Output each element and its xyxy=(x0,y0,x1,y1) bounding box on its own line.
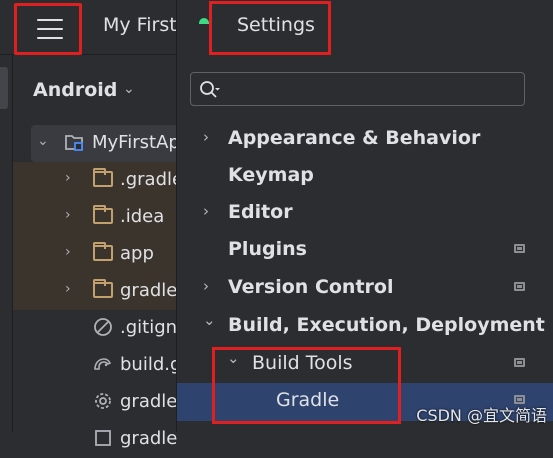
project-level-icon xyxy=(514,358,525,367)
chevron-right-icon[interactable]: › xyxy=(203,128,209,146)
settings-item-label: Keymap xyxy=(228,164,314,186)
tree-item-label: .gradle xyxy=(120,169,184,190)
chevron-right-icon[interactable]: › xyxy=(203,277,209,295)
settings-item-label: Plugins xyxy=(228,238,307,260)
tree-item-label: gradle xyxy=(120,428,178,449)
project-level-icon xyxy=(514,282,525,291)
project-tool-button[interactable] xyxy=(0,67,8,109)
settings-item-plugins[interactable]: Plugins xyxy=(177,232,553,269)
settings-title: Settings xyxy=(237,14,315,36)
tree-item-label: .idea xyxy=(120,206,165,227)
settings-item-label: Build, Execution, Deployment xyxy=(228,314,545,336)
settings-item-version-control[interactable]: › Version Control xyxy=(177,270,553,307)
project-title[interactable]: My First xyxy=(103,14,177,36)
file-icon xyxy=(95,430,111,446)
search-icon xyxy=(200,81,220,98)
android-icon xyxy=(199,18,209,24)
chevron-down-icon[interactable]: ⌄ xyxy=(37,133,49,149)
folder-icon xyxy=(93,242,113,263)
chevron-right-icon[interactable]: › xyxy=(65,170,71,186)
settings-search-input[interactable] xyxy=(190,72,525,106)
module-icon xyxy=(65,135,83,151)
project-view-selector[interactable]: Android xyxy=(33,79,117,101)
chevron-right-icon[interactable]: › xyxy=(203,202,209,220)
settings-item-build-execution-deployment[interactable]: ⌄ Build, Execution, Deployment xyxy=(177,308,553,345)
chevron-down-icon[interactable]: ⌄ xyxy=(123,81,135,97)
tool-window-strip xyxy=(0,55,13,432)
chevron-right-icon[interactable]: › xyxy=(65,244,71,260)
hamburger-icon xyxy=(37,19,63,46)
tree-item-label: MyFirstAp xyxy=(92,132,180,153)
folder-icon xyxy=(93,279,113,300)
tree-item-label: build.g xyxy=(120,354,182,375)
chevron-right-icon[interactable]: › xyxy=(65,207,71,223)
gear-icon xyxy=(95,393,111,409)
settings-item-appearance[interactable]: › Appearance & Behavior xyxy=(177,121,553,158)
folder-icon xyxy=(93,168,113,189)
gradle-icon xyxy=(94,358,112,370)
watermark: CSDN @宜文简语 xyxy=(416,406,547,425)
settings-item-editor[interactable]: › Editor xyxy=(177,195,553,232)
ignore-file-icon xyxy=(94,318,112,336)
settings-item-label: Editor xyxy=(228,201,293,223)
chevron-right-icon[interactable]: › xyxy=(65,281,71,297)
settings-item-label: Appearance & Behavior xyxy=(228,127,481,149)
tree-item-label: app xyxy=(120,243,154,264)
tree-item-label: gradle xyxy=(120,280,178,301)
settings-item-label: Version Control xyxy=(228,276,394,298)
settings-dialog: Settings › Appearance & Behavior Keymap … xyxy=(176,0,553,432)
folder-icon xyxy=(93,205,113,226)
settings-item-keymap[interactable]: Keymap xyxy=(177,158,553,195)
chevron-down-icon[interactable]: ⌄ xyxy=(203,311,216,329)
main-menu-button[interactable] xyxy=(14,3,82,55)
tree-item-label: .gitign xyxy=(120,317,178,338)
build-tools-highlight xyxy=(212,347,401,424)
project-level-icon xyxy=(514,244,525,253)
tree-item-label: gradle xyxy=(120,391,178,412)
